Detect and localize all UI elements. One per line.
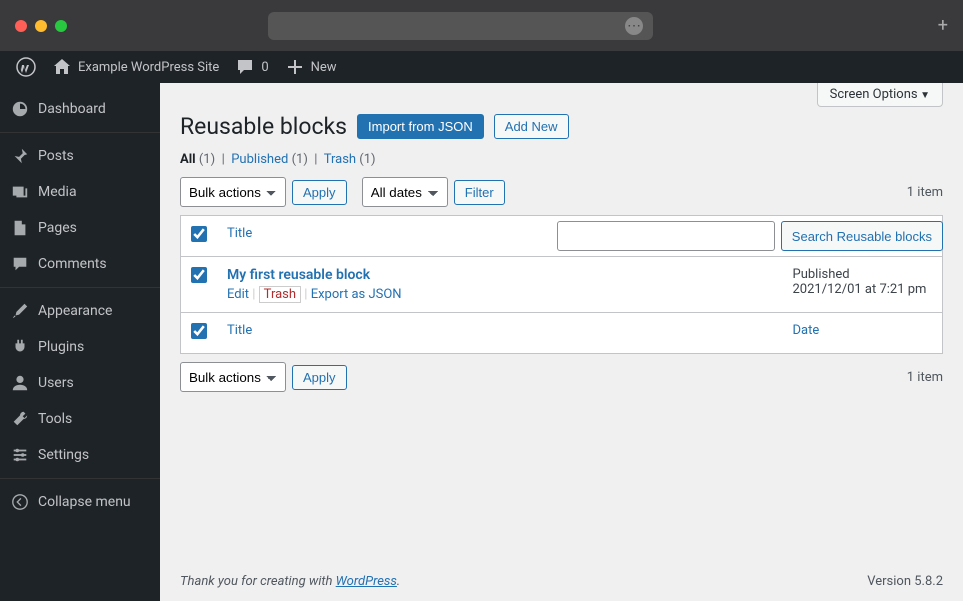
- item-count-top: 1 item: [907, 185, 943, 200]
- search-button[interactable]: Search Reusable blocks: [781, 221, 943, 251]
- add-new-button[interactable]: Add New: [494, 114, 569, 139]
- wordpress-icon: [16, 57, 36, 77]
- row-checkbox[interactable]: [191, 267, 207, 283]
- sidebar-item-pages[interactable]: Pages: [0, 210, 160, 246]
- sidebar-label-dashboard: Dashboard: [38, 101, 106, 117]
- pin-icon: [10, 146, 30, 166]
- sidebar-item-users[interactable]: Users: [0, 365, 160, 401]
- table-row: My first reusable block Edit | Trash | E…: [181, 257, 943, 313]
- more-icon[interactable]: ⋯: [625, 17, 643, 35]
- comments-icon: [10, 254, 30, 274]
- sidebar-item-settings[interactable]: Settings: [0, 437, 160, 473]
- wp-logo-link[interactable]: [8, 51, 44, 83]
- footer: Thank you for creating with WordPress. V…: [180, 556, 943, 601]
- collapse-icon: [10, 492, 30, 512]
- export-json-link[interactable]: Export as JSON: [311, 287, 402, 302]
- home-icon: [52, 57, 72, 77]
- sidebar-item-dashboard[interactable]: Dashboard: [0, 91, 160, 127]
- import-json-button[interactable]: Import from JSON: [357, 114, 484, 139]
- sidebar-item-plugins[interactable]: Plugins: [0, 329, 160, 365]
- sidebar-item-posts[interactable]: Posts: [0, 138, 160, 174]
- filter-published-link[interactable]: Published: [231, 152, 288, 167]
- sidebar-label-media: Media: [38, 184, 77, 200]
- status-filter-links: All (1) | Published (1) | Trash (1): [180, 152, 943, 167]
- tablenav-top: Bulk actions Apply All dates Filter 1 it…: [180, 177, 943, 207]
- row-actions: Edit | Trash | Export as JSON: [227, 287, 773, 302]
- sidebar-label-collapse: Collapse menu: [38, 494, 131, 510]
- content-area: Screen Options Reusable blocks Import fr…: [160, 83, 963, 601]
- admin-sidebar: Dashboard Posts Media Pages Comments App…: [0, 83, 160, 601]
- new-link[interactable]: New: [277, 51, 345, 83]
- browser-chrome: ⋯ +: [0, 0, 963, 51]
- brush-icon: [10, 301, 30, 321]
- footer-thanks: Thank you for creating with: [180, 574, 336, 589]
- filter-trash-count: (1): [359, 152, 375, 167]
- site-name: Example WordPress Site: [78, 60, 219, 75]
- traffic-lights: [15, 20, 67, 32]
- sidebar-label-users: Users: [38, 375, 74, 391]
- sidebar-label-comments: Comments: [38, 256, 107, 272]
- sidebar-item-appearance[interactable]: Appearance: [0, 293, 160, 329]
- filter-button[interactable]: Filter: [454, 180, 505, 205]
- search-box: Search Reusable blocks: [557, 221, 943, 251]
- sidebar-item-collapse[interactable]: Collapse menu: [0, 484, 160, 520]
- apply-button-bottom[interactable]: Apply: [292, 365, 347, 390]
- filter-all-count: (1): [199, 152, 215, 167]
- trash-link[interactable]: Trash: [259, 286, 301, 303]
- block-title-link[interactable]: My first reusable block: [227, 267, 370, 283]
- version-label: Version 5.8.2: [867, 574, 943, 589]
- plug-icon: [10, 337, 30, 357]
- bulk-actions-select-bottom[interactable]: Bulk actions: [180, 362, 286, 392]
- select-all-top-checkbox[interactable]: [191, 226, 207, 242]
- plus-icon: [285, 57, 305, 77]
- sidebar-item-tools[interactable]: Tools: [0, 401, 160, 437]
- title-column-footer[interactable]: Title: [217, 313, 783, 354]
- sidebar-label-posts: Posts: [38, 148, 74, 164]
- sidebar-label-tools: Tools: [38, 411, 72, 427]
- filter-published-count: (1): [292, 152, 308, 167]
- new-label: New: [311, 60, 337, 75]
- wrench-icon: [10, 409, 30, 429]
- media-icon: [10, 182, 30, 202]
- comment-icon: [235, 57, 255, 77]
- site-link[interactable]: Example WordPress Site: [44, 51, 227, 83]
- search-input[interactable]: [557, 221, 775, 251]
- sidebar-item-media[interactable]: Media: [0, 174, 160, 210]
- settings-icon: [10, 445, 30, 465]
- row-status: Published: [793, 267, 850, 282]
- url-bar[interactable]: ⋯: [268, 12, 653, 40]
- sidebar-item-comments[interactable]: Comments: [0, 246, 160, 282]
- close-window-icon[interactable]: [15, 20, 27, 32]
- wordpress-link[interactable]: WordPress: [336, 574, 397, 589]
- sidebar-label-plugins: Plugins: [38, 339, 84, 355]
- item-count-bottom: 1 item: [907, 370, 943, 385]
- page-title: Reusable blocks: [180, 113, 347, 140]
- date-column-footer[interactable]: Date: [783, 313, 943, 354]
- apply-button-top[interactable]: Apply: [292, 180, 347, 205]
- wp-adminbar: Example WordPress Site 0 New: [0, 51, 963, 83]
- row-date: 2021/12/01 at 7:21 pm: [793, 282, 927, 297]
- dashboard-icon: [10, 99, 30, 119]
- date-filter-select[interactable]: All dates: [362, 177, 448, 207]
- select-all-bottom-checkbox[interactable]: [191, 323, 207, 339]
- sidebar-label-appearance: Appearance: [38, 303, 112, 319]
- comments-count: 0: [261, 60, 268, 75]
- filter-all-link[interactable]: All: [180, 152, 196, 167]
- screen-options-button[interactable]: Screen Options: [817, 83, 943, 107]
- sidebar-label-settings: Settings: [38, 447, 89, 463]
- maximize-window-icon[interactable]: [55, 20, 67, 32]
- comments-link[interactable]: 0: [227, 51, 276, 83]
- footer-period: .: [397, 574, 400, 589]
- sidebar-label-pages: Pages: [38, 220, 77, 236]
- filter-trash-link[interactable]: Trash: [324, 152, 356, 167]
- page-icon: [10, 218, 30, 238]
- tablenav-bottom: Bulk actions Apply 1 item: [180, 362, 943, 392]
- user-icon: [10, 373, 30, 393]
- minimize-window-icon[interactable]: [35, 20, 47, 32]
- bulk-actions-select-top[interactable]: Bulk actions: [180, 177, 286, 207]
- new-tab-icon[interactable]: +: [938, 15, 948, 36]
- screen-options-label: Screen Options: [830, 87, 918, 102]
- edit-link[interactable]: Edit: [227, 287, 249, 302]
